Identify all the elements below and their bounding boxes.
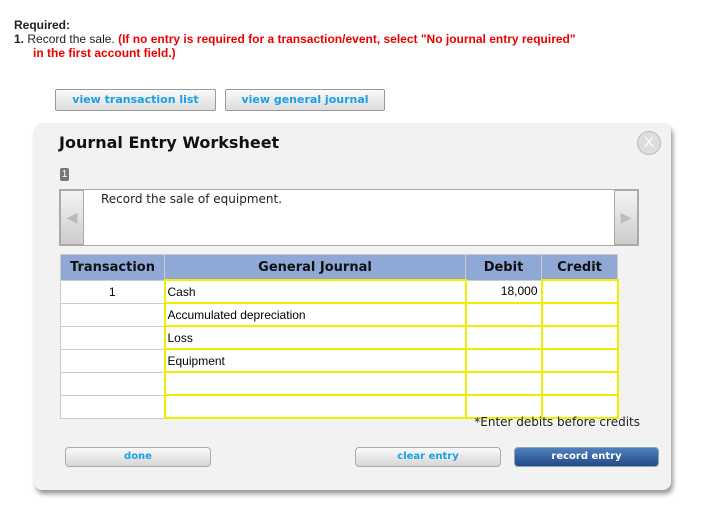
- credit-field[interactable]: [540, 279, 619, 304]
- transaction-cell: [60, 325, 165, 350]
- table-row: 1 Cash 18,000: [60, 279, 619, 304]
- transaction-cell: [60, 348, 165, 373]
- col-debit: Debit: [465, 254, 542, 281]
- clear-entry-button[interactable]: clear entry: [355, 447, 501, 467]
- table-row: [60, 371, 619, 396]
- instruction-text: (If no entry is required for a transacti…: [118, 32, 576, 46]
- transaction-cell: [60, 371, 165, 396]
- required-heading: Required:: [14, 18, 71, 32]
- col-transaction: Transaction: [60, 254, 165, 281]
- requirements: Required: 1. Record the sale. (If no ent…: [14, 18, 576, 60]
- item-number: 1.: [14, 32, 25, 46]
- description-box: ◀ Record the sale of equipment. ▶: [59, 189, 639, 246]
- table-row: Equipment: [60, 348, 619, 373]
- account-field[interactable]: Loss: [163, 325, 467, 350]
- col-credit: Credit: [541, 254, 618, 281]
- chevron-left-icon[interactable]: ◀: [60, 190, 84, 245]
- credit-field[interactable]: [540, 371, 619, 396]
- done-button[interactable]: done: [65, 447, 211, 467]
- task-text: Record the sale.: [27, 32, 115, 46]
- close-icon[interactable]: X: [637, 131, 661, 155]
- table-row: Accumulated depreciation: [60, 302, 619, 327]
- col-general-journal: General Journal: [164, 254, 466, 281]
- transaction-cell: [60, 394, 165, 419]
- view-transaction-list-button[interactable]: view transaction list: [55, 89, 216, 111]
- debit-field[interactable]: [464, 348, 543, 373]
- credit-field[interactable]: [540, 302, 619, 327]
- table-row: Loss: [60, 325, 619, 350]
- transaction-cell: 1: [60, 279, 165, 304]
- view-general-journal-button[interactable]: view general journal: [225, 89, 385, 111]
- journal-table: Transaction General Journal Debit Credit…: [60, 254, 619, 419]
- description-text: Record the sale of equipment.: [101, 192, 283, 206]
- debit-field[interactable]: [464, 371, 543, 396]
- instruction-text-2: in the first account field.): [33, 46, 176, 60]
- account-field[interactable]: [163, 371, 467, 396]
- credit-field[interactable]: [540, 325, 619, 350]
- account-field[interactable]: [163, 394, 467, 419]
- transaction-cell: [60, 302, 165, 327]
- page-badge[interactable]: 1: [60, 168, 69, 181]
- account-field[interactable]: Equipment: [163, 348, 467, 373]
- chevron-right-icon[interactable]: ▶: [614, 190, 638, 245]
- worksheet-title: Journal Entry Worksheet: [59, 133, 280, 152]
- debits-note: *Enter debits before credits: [474, 415, 640, 429]
- debit-field[interactable]: [464, 302, 543, 327]
- journal-entry-worksheet: Journal Entry Worksheet X 1 ◀ Record the…: [34, 123, 671, 490]
- credit-field[interactable]: [540, 348, 619, 373]
- debit-field[interactable]: 18,000: [465, 279, 542, 304]
- account-field[interactable]: Accumulated depreciation: [163, 302, 467, 327]
- record-entry-button[interactable]: record entry: [514, 447, 659, 467]
- debit-field[interactable]: [464, 325, 543, 350]
- account-field[interactable]: Cash: [163, 279, 467, 304]
